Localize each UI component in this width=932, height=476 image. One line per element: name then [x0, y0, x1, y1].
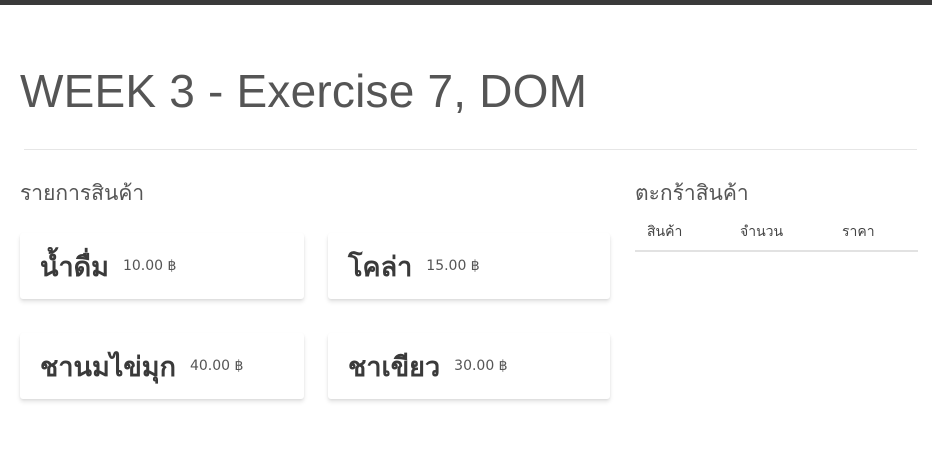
product-name: ชานมไข่มุก	[40, 351, 176, 383]
product-name: น้ำดื่ม	[40, 251, 109, 283]
product-card-bubble-tea[interactable]: ชานมไข่มุก 40.00 ฿	[20, 333, 304, 399]
cart-heading: ตะกร้าสินค้า	[635, 181, 749, 205]
cart-column-product: สินค้า	[635, 214, 740, 252]
product-price: 40.00 ฿	[189, 358, 244, 374]
product-price: 15.00 ฿	[426, 258, 480, 274]
product-price: 10.00 ฿	[122, 258, 177, 274]
divider	[24, 149, 917, 150]
top-bar	[0, 0, 932, 5]
product-price: 30.00 ฿	[454, 358, 508, 374]
product-card-green-tea[interactable]: ชาเขียว 30.00 ฿	[328, 333, 610, 399]
cart-column-price: ราคา	[842, 214, 918, 252]
product-card-water[interactable]: น้ำดื่ม 10.00 ฿	[20, 233, 304, 299]
products-heading: รายการสินค้า	[20, 181, 145, 205]
product-name: ชาเขียว	[348, 351, 441, 383]
cart-table-header-row: สินค้า จำนวน ราคา	[635, 214, 918, 252]
page-title: WEEK 3 - Exercise 7, DOM	[20, 65, 588, 117]
cart-table: สินค้า จำนวน ราคา	[635, 214, 918, 252]
cart-column-quantity: จำนวน	[740, 214, 842, 252]
product-name: โคล่า	[348, 251, 413, 283]
product-card-cola[interactable]: โคล่า 15.00 ฿	[328, 233, 610, 299]
